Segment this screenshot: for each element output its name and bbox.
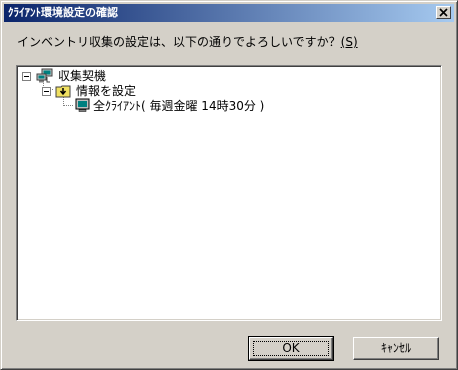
collapse-toggle[interactable] <box>22 72 31 81</box>
ok-button[interactable]: OK <box>248 336 334 361</box>
settings-tree[interactable]: 収集契機 情報を設定 全ｸﾗｲｱﾝﾄ( 毎週金曜 14時30分) <box>16 65 442 321</box>
collapse-toggle[interactable] <box>42 87 51 96</box>
tree-node-root[interactable]: 収集契機 <box>21 68 221 84</box>
computer-monitor-icon <box>75 98 91 117</box>
tree-connector-line <box>64 105 74 106</box>
accelerator-key: (S) <box>340 35 358 49</box>
cancel-button[interactable]: ｷｬﾝｾﾙ <box>353 337 439 360</box>
close-icon <box>439 8 448 17</box>
confirmation-question: インベントリ収集の設定は、以下の通りでよろしいですか？(S) <box>17 33 358 50</box>
tree-node-leaf[interactable]: 全ｸﾗｲｱﾝﾄ( 毎週金曜 14時30分 ) <box>75 98 335 114</box>
close-button[interactable] <box>436 6 451 19</box>
download-folder-icon <box>55 83 71 102</box>
tree-node-label: 収集契機 <box>58 69 107 83</box>
ok-button-label: OK <box>282 341 300 355</box>
tree-node-label: 全ｸﾗｲｱﾝﾄ( 毎週金曜 14時30分 ) <box>93 99 265 113</box>
title-bar[interactable]: ｸﾗｲｱﾝﾄ環境設定の確認 <box>4 4 454 22</box>
confirm-dialog: ｸﾗｲｱﾝﾄ環境設定の確認 インベントリ収集の設定は、以下の通りでよろしいですか… <box>0 0 458 370</box>
tree-node-label: 情報を設定 <box>76 84 137 98</box>
dialog-title: ｸﾗｲｱﾝﾄ環境設定の確認 <box>8 6 118 19</box>
question-text: インベントリ収集の設定は、以下の通りでよろしいですか？ <box>17 35 341 49</box>
tree-node-child[interactable]: 情報を設定 <box>41 83 241 99</box>
cancel-button-label: ｷｬﾝｾﾙ <box>380 341 411 355</box>
